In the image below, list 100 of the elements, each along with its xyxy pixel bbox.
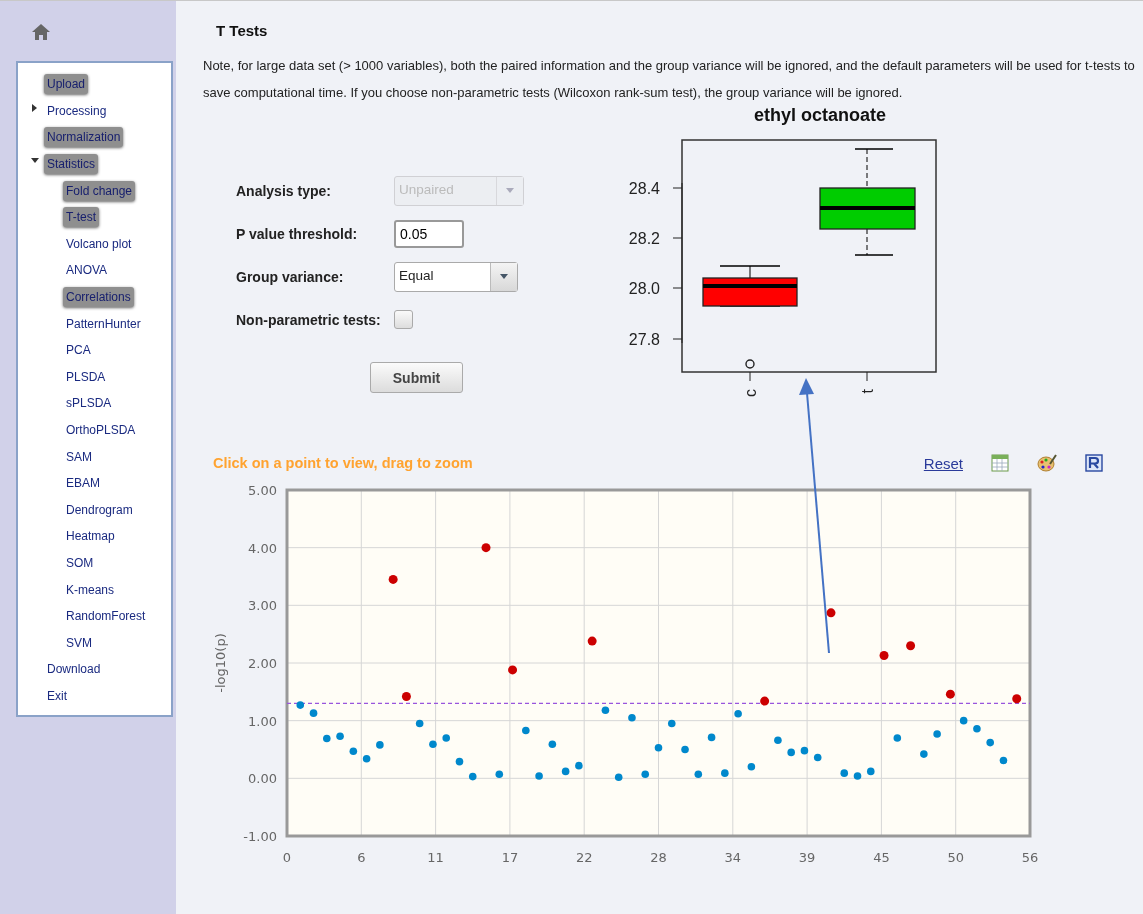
data-point[interactable] (867, 767, 875, 776)
data-point[interactable] (442, 734, 450, 742)
data-point[interactable] (336, 732, 344, 741)
data-point[interactable] (575, 762, 583, 770)
data-point[interactable] (906, 641, 916, 651)
data-point[interactable] (840, 769, 849, 778)
data-point[interactable] (481, 543, 491, 553)
axis-tick-label: 28 (650, 850, 667, 866)
note-text: Note, for large data set (> 1000 variables), both the paired information and the group variance will be ignored, and the default parameters will be used for t-tests to save computational time. If you choose non-parametric tests (Wilcoxon rank-sum test), the group variance will be ignored. (203, 57, 1135, 102)
axis-tick-label: 28.4 (628, 180, 660, 198)
data-point[interactable] (747, 763, 756, 771)
data-point[interactable] (388, 575, 398, 585)
data-point[interactable] (667, 719, 676, 728)
sidebar-item[interactable]: EBAM (63, 473, 103, 494)
sidebar-item[interactable]: Volcano plot (63, 233, 135, 254)
sidebar-item[interactable]: RandomForest (63, 606, 149, 627)
home-icon[interactable] (31, 23, 51, 41)
caret-icon (506, 188, 514, 194)
data-point[interactable] (508, 665, 518, 675)
data-point[interactable] (945, 689, 955, 699)
data-point[interactable] (296, 701, 305, 710)
data-point[interactable] (999, 756, 1008, 765)
data-point[interactable] (323, 734, 331, 743)
data-point[interactable] (415, 719, 424, 728)
checkbox[interactable] (394, 310, 413, 330)
data-point[interactable] (800, 747, 809, 755)
sidebar-item[interactable]: Exit (44, 685, 70, 706)
box-plot-box[interactable] (702, 265, 798, 307)
data-point[interactable] (429, 740, 437, 749)
data-point[interactable] (548, 740, 557, 749)
data-point[interactable] (826, 608, 836, 618)
data-point[interactable] (694, 770, 703, 779)
sidebar-item[interactable]: SOM (63, 553, 97, 573)
data-point[interactable] (853, 772, 862, 780)
sidebar-item[interactable]: Statistics (44, 154, 98, 175)
sidebar-item[interactable]: OrthoPLSDA (63, 420, 139, 440)
data-point[interactable] (774, 736, 782, 745)
data-point[interactable] (561, 767, 570, 776)
submit-button[interactable]: Submit (370, 362, 463, 394)
dropdown[interactable]: Equal (394, 261, 518, 292)
sidebar-item[interactable]: sPLSDA (63, 393, 115, 414)
sidebar-item[interactable]: Correlations (63, 287, 134, 308)
data-point[interactable] (362, 755, 371, 763)
data-point[interactable] (455, 758, 464, 766)
sidebar-item[interactable]: ANOVA (63, 260, 111, 281)
sidebar-item[interactable]: T-test (63, 207, 99, 228)
data-point[interactable] (734, 710, 742, 718)
palette-icon[interactable] (1037, 454, 1057, 473)
data-point[interactable] (401, 692, 411, 702)
boxplot-title: ethyl octanoate (753, 104, 887, 127)
table-icon[interactable] (991, 454, 1009, 473)
axis-tick-label: c (742, 389, 759, 398)
data-point[interactable] (654, 744, 663, 752)
sidebar-item[interactable]: Fold change (63, 180, 136, 201)
input-field[interactable]: 0.05 (394, 219, 464, 248)
box-plot-box[interactable] (819, 148, 916, 256)
data-point[interactable] (920, 750, 928, 759)
sidebar-item[interactable]: PCA (63, 340, 94, 361)
data-point[interactable] (933, 730, 941, 738)
sidebar-item[interactable]: Processing (44, 100, 110, 121)
sidebar-item[interactable]: Download (44, 659, 104, 680)
data-point[interactable] (959, 717, 968, 725)
reset-link[interactable]: Reset (923, 454, 963, 472)
field-label: Non-parametric tests: (236, 311, 382, 328)
data-point[interactable] (309, 709, 318, 718)
sidebar-item[interactable]: PatternHunter (63, 313, 144, 334)
data-point[interactable] (587, 636, 597, 646)
data-point[interactable] (1012, 694, 1022, 704)
data-point[interactable] (760, 696, 770, 706)
data-point[interactable] (707, 733, 716, 742)
data-point[interactable] (893, 734, 902, 742)
sidebar-item[interactable]: SVM (63, 632, 95, 653)
data-point[interactable] (787, 748, 795, 757)
data-point[interactable] (535, 772, 543, 780)
expanded-triangle-icon[interactable] (31, 156, 39, 165)
sidebar-item[interactable]: PLSDA (63, 366, 109, 387)
data-point[interactable] (813, 753, 822, 762)
data-point[interactable] (721, 769, 729, 778)
data-point[interactable] (986, 738, 994, 747)
data-point[interactable] (349, 747, 358, 756)
data-point[interactable] (614, 773, 623, 782)
sidebar-item[interactable]: Normalization (44, 127, 124, 148)
r-script-icon[interactable] (1085, 454, 1103, 473)
data-point[interactable] (468, 773, 477, 781)
sidebar-item[interactable]: K-means (63, 579, 118, 600)
sidebar-item[interactable]: Heatmap (63, 526, 118, 547)
sidebar-item[interactable]: Dendrogram (63, 499, 136, 520)
data-point[interactable] (641, 770, 650, 779)
data-point[interactable] (681, 745, 689, 754)
data-point[interactable] (376, 741, 384, 749)
data-point[interactable] (879, 651, 889, 661)
data-point[interactable] (628, 714, 636, 722)
data-point[interactable] (495, 770, 504, 779)
hint-text: Click on a point to view, drag to zoom (213, 455, 473, 472)
data-point[interactable] (601, 706, 610, 715)
collapsed-triangle-icon[interactable] (31, 103, 39, 112)
sidebar-item[interactable]: Upload (44, 74, 89, 95)
sidebar-item[interactable]: SAM (63, 446, 95, 467)
data-point[interactable] (973, 725, 981, 733)
data-point[interactable] (522, 726, 530, 735)
